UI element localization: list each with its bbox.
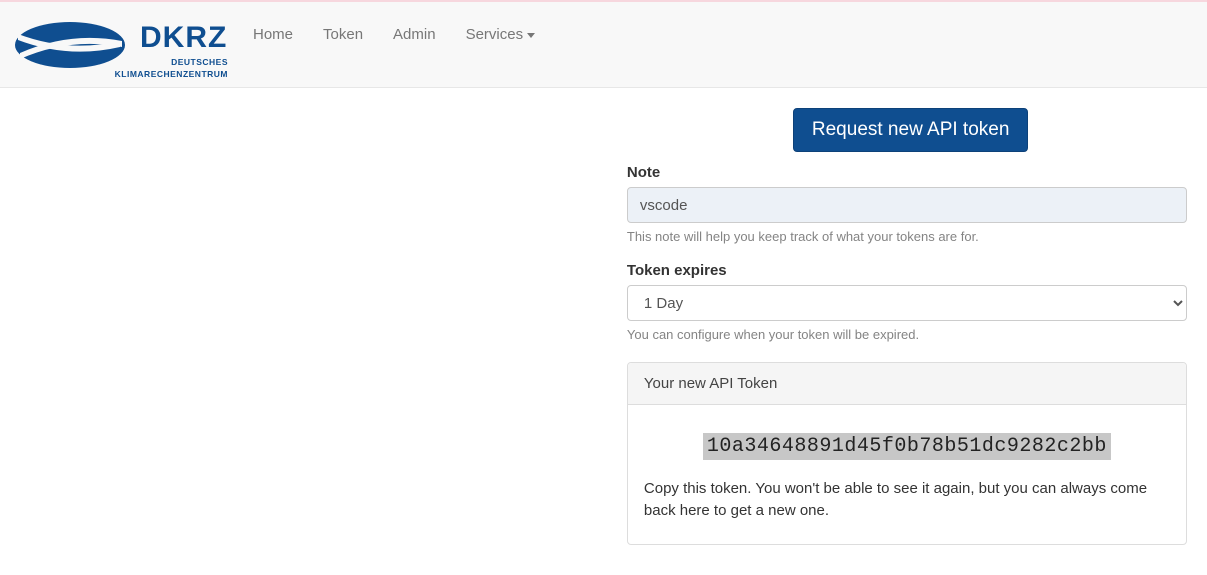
expires-help: You can configure when your token will b… [627, 327, 1187, 342]
token-result-heading: Your new API Token [628, 363, 1186, 405]
note-help: This note will help you keep track of wh… [627, 229, 1187, 244]
request-token-button[interactable]: Request new API token [793, 108, 1029, 152]
note-label: Note [627, 164, 1187, 181]
dkrz-logo-icon: DKRZ DEUTSCHES KLIMARECHENZENTRUM [8, 7, 228, 83]
brand-logo[interactable]: DKRZ DEUTSCHES KLIMARECHENZENTRUM [8, 3, 238, 87]
nav-links: Home Token Admin Services [238, 10, 550, 53]
nav-token[interactable]: Token [308, 16, 378, 53]
expires-select[interactable]: 1 Day [627, 285, 1187, 321]
navbar: DKRZ DEUTSCHES KLIMARECHENZENTRUM Home T… [0, 2, 1207, 88]
svg-text:DKRZ: DKRZ [140, 21, 227, 54]
chevron-down-icon [527, 33, 535, 38]
svg-text:KLIMARECHENZENTRUM: KLIMARECHENZENTRUM [115, 69, 228, 79]
svg-text:DEUTSCHES: DEUTSCHES [171, 57, 228, 67]
expires-group: Token expires 1 Day You can configure wh… [627, 262, 1187, 342]
token-value[interactable]: 10a34648891d45f0b78b51dc9282c2bb [703, 433, 1111, 460]
nav-admin[interactable]: Admin [378, 16, 451, 53]
token-result-panel: Your new API Token 10a34648891d45f0b78b5… [627, 362, 1187, 545]
token-result-body: 10a34648891d45f0b78b51dc9282c2bb Copy th… [628, 405, 1186, 544]
note-input[interactable] [627, 187, 1187, 223]
token-instruction: Copy this token. You won't be able to se… [644, 478, 1170, 522]
token-display: 10a34648891d45f0b78b51dc9282c2bb [644, 435, 1170, 458]
expires-label: Token expires [627, 262, 1187, 279]
main-content: Request new API token Note This note wil… [9, 88, 1199, 575]
layout-spacer [19, 108, 627, 545]
nav-services[interactable]: Services [451, 16, 551, 53]
nav-services-label: Services [466, 26, 524, 43]
nav-home[interactable]: Home [238, 16, 308, 53]
note-group: Note This note will help you keep track … [627, 164, 1187, 244]
token-panel-area: Request new API token Note This note wil… [627, 108, 1187, 545]
